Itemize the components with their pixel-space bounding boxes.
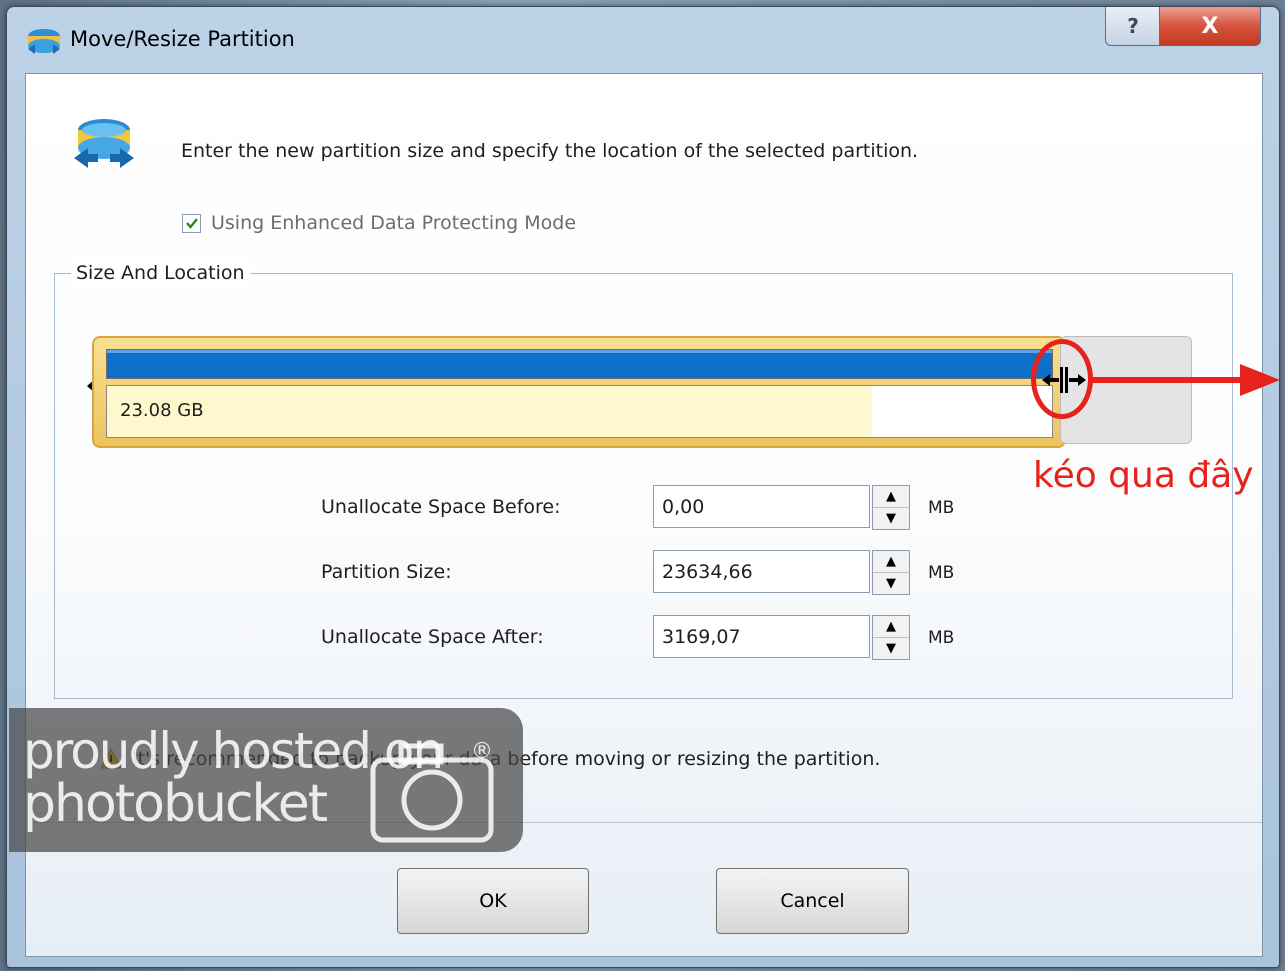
unallocated-before-label: Unallocate Space Before: <box>321 496 561 518</box>
annotation-circle <box>1031 339 1093 419</box>
group-title: Size And Location <box>71 262 250 284</box>
close-icon: X <box>1201 13 1219 39</box>
partition-size-input[interactable] <box>653 550 870 593</box>
unallocated-before-stepper[interactable]: ▲ ▼ <box>872 485 910 530</box>
partition-used-space <box>107 386 873 437</box>
resize-partition-icon <box>74 119 134 168</box>
enhanced-mode-checkbox[interactable] <box>182 213 201 233</box>
help-icon: ? <box>1127 14 1139 38</box>
checkmark-icon <box>185 218 198 229</box>
spin-down-icon[interactable]: ▼ <box>873 508 909 529</box>
unallocated-before-unit: MB <box>928 498 955 518</box>
registered-mark: ® <box>471 739 493 764</box>
partition-app-icon <box>28 29 60 54</box>
spin-up-icon[interactable]: ▲ <box>873 616 909 638</box>
camera-logo-icon: ® <box>370 739 494 843</box>
cancel-button[interactable]: Cancel <box>716 868 909 934</box>
enhanced-mode-label: Using Enhanced Data Protecting Mode <box>211 212 577 234</box>
unallocated-after-input[interactable] <box>653 615 870 658</box>
unallocated-after-stepper[interactable]: ▲ ▼ <box>872 615 910 660</box>
partition-size-unit: MB <box>928 563 955 583</box>
ok-button[interactable]: OK <box>397 868 589 934</box>
annotation-arrow-icon <box>1090 364 1280 396</box>
spin-down-icon[interactable]: ▼ <box>873 573 909 594</box>
close-button[interactable]: X <box>1159 7 1261 46</box>
instruction-text: Enter the new partition size and specify… <box>181 140 919 162</box>
spin-up-icon[interactable]: ▲ <box>873 486 909 508</box>
title-bar[interactable]: Move/Resize Partition ? X <box>7 7 1279 73</box>
partition-bar-body[interactable]: 23.08 GB <box>106 385 1053 438</box>
unallocated-after-unit: MB <box>928 628 955 648</box>
partition-size-label: 23.08 GB <box>120 400 204 421</box>
spin-up-icon[interactable]: ▲ <box>873 551 909 573</box>
partition-size-field-label: Partition Size: <box>321 561 452 583</box>
window-title: Move/Resize Partition <box>70 27 295 51</box>
spin-down-icon[interactable]: ▼ <box>873 638 909 659</box>
watermark-line2: photobucket <box>23 774 328 834</box>
partition-size-stepper[interactable]: ▲ ▼ <box>872 550 910 595</box>
unallocated-before-input[interactable] <box>653 485 870 528</box>
partition-bar-header <box>106 349 1053 379</box>
unallocated-after-label: Unallocate Space After: <box>321 626 544 648</box>
photobucket-watermark: proudly hosted on photobucket ® <box>9 708 523 852</box>
enhanced-mode-option[interactable]: Using Enhanced Data Protecting Mode <box>182 212 576 234</box>
help-button[interactable]: ? <box>1105 7 1161 46</box>
annotation-text: kéo qua đây <box>1033 455 1254 496</box>
